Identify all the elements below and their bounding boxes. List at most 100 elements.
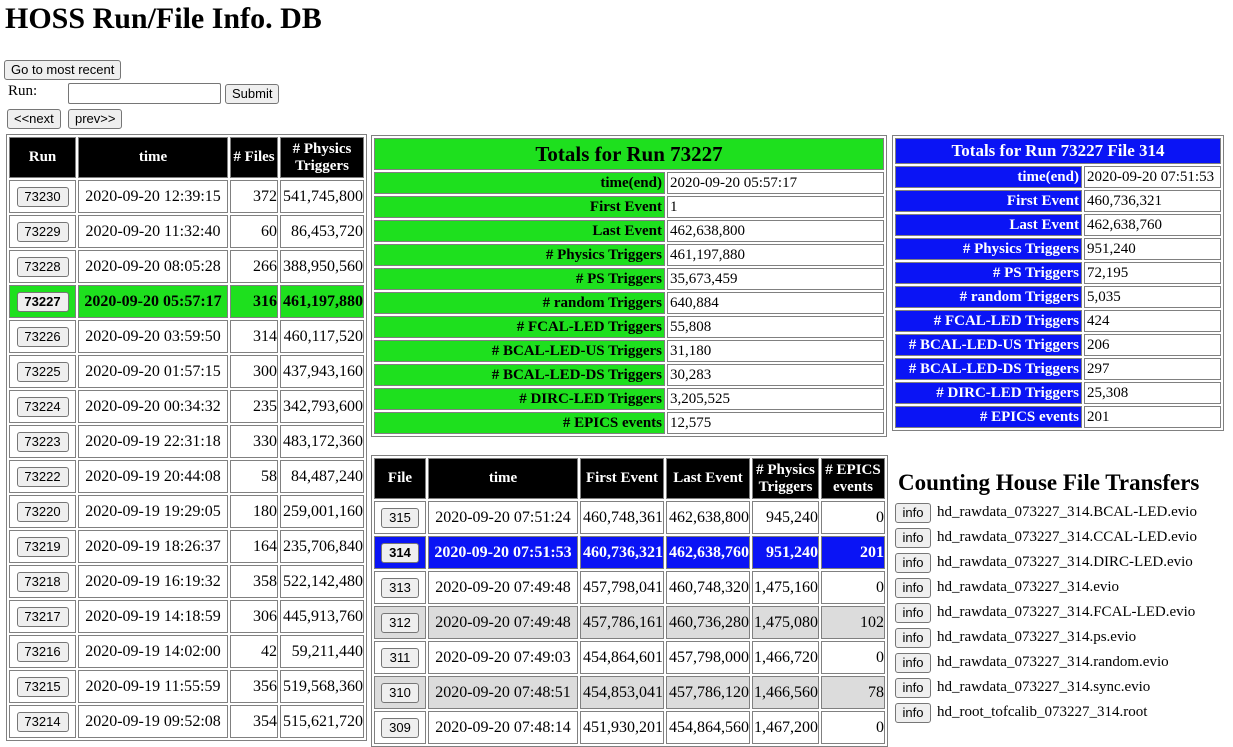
run-triggers-cell: 59,211,440 (280, 635, 364, 668)
next-button[interactable]: <<next (7, 109, 61, 129)
totals-label: # PS Triggers (374, 268, 665, 290)
run-button[interactable]: 73219 (16, 536, 69, 557)
table-row: 73222 2020-09-19 20:44:08 58 84,487,240 (9, 460, 364, 493)
file-button[interactable]: 310 (381, 682, 419, 703)
file-cell: 314 (374, 536, 426, 569)
run-button[interactable]: 73223 (16, 431, 69, 452)
run-cell: 73222 (9, 460, 76, 493)
run-cell: 73219 (9, 530, 76, 563)
run-button[interactable]: 73226 (16, 326, 69, 347)
run-time-cell: 2020-09-19 19:29:05 (78, 495, 228, 528)
totals-label: # Physics Triggers (374, 244, 665, 266)
list-item: info hd_rawdata_073227_314.DIRC-LED.evio (895, 550, 1197, 575)
run-cell: 73223 (9, 425, 76, 458)
totals-row: # BCAL-LED-US Triggers 31,180 (374, 340, 884, 362)
run-button[interactable]: 73218 (16, 571, 69, 592)
info-button[interactable]: info (895, 527, 931, 548)
table-row: 73223 2020-09-19 22:31:18 330 483,172,360 (9, 425, 364, 458)
run-button[interactable]: 73227 (16, 291, 69, 312)
file-button[interactable]: 312 (381, 612, 419, 633)
run-button[interactable]: 73217 (16, 606, 69, 627)
files-table: File time First Event Last Event # Physi… (371, 455, 888, 747)
run-button[interactable]: 73230 (16, 186, 69, 207)
info-button[interactable]: info (895, 602, 931, 623)
info-button[interactable]: info (895, 677, 931, 698)
run-totals-title: Totals for Run 73227 (374, 138, 884, 170)
info-button[interactable]: info (895, 552, 931, 573)
totals-label: # random Triggers (374, 292, 665, 314)
run-triggers-cell: 483,172,360 (280, 425, 364, 458)
file-button[interactable]: 315 (381, 507, 419, 528)
epics-cell: 0 (821, 641, 885, 674)
file-button[interactable]: 309 (381, 717, 419, 738)
totals-value: 31,180 (667, 340, 884, 362)
list-item: info hd_rawdata_073227_314.sync.evio (895, 675, 1197, 700)
totals-label: time(end) (374, 172, 665, 194)
run-button[interactable]: 73224 (16, 396, 69, 417)
totals-row: Last Event 462,638,800 (374, 220, 884, 242)
run-files-cell: 330 (230, 425, 278, 458)
info-button[interactable]: info (895, 577, 931, 598)
files-header-row: File time First Event Last Event # Physi… (374, 458, 885, 499)
file-button[interactable]: 314 (381, 542, 419, 563)
first-event-cell: 454,864,601 (580, 641, 664, 674)
table-row: 73227 2020-09-20 05:57:17 316 461,197,880 (9, 285, 364, 318)
list-item: info hd_rawdata_073227_314.BCAL-LED.evio (895, 500, 1197, 525)
run-triggers-cell: 437,943,160 (280, 355, 364, 388)
totals-value: 25,308 (1084, 382, 1221, 404)
col-header-last-event: Last Event (666, 458, 750, 499)
run-files-cell: 372 (230, 180, 278, 213)
runs-header-row: Run time # Files # Physics Triggers (9, 137, 364, 178)
page-title: HOSS Run/File Info. DB (5, 2, 322, 35)
run-files-cell: 58 (230, 460, 278, 493)
totals-row: # random Triggers 5,035 (895, 286, 1221, 308)
totals-row: # BCAL-LED-DS Triggers 297 (895, 358, 1221, 380)
run-cell: 73215 (9, 670, 76, 703)
runs-table: Run time # Files # Physics Triggers 7323… (6, 134, 367, 741)
last-event-cell: 457,798,000 (666, 641, 750, 674)
table-row: 73219 2020-09-19 18:26:37 164 235,706,840 (9, 530, 364, 563)
totals-value: 72,195 (1084, 262, 1221, 284)
go-to-most-recent-button[interactable]: Go to most recent (4, 60, 122, 80)
file-triggers-cell: 945,240 (752, 501, 819, 534)
info-button[interactable]: info (895, 652, 931, 673)
file-button[interactable]: 311 (381, 647, 419, 668)
totals-label: # DIRC-LED Triggers (895, 382, 1082, 404)
transfers-title: Counting House File Transfers (898, 470, 1200, 495)
run-button[interactable]: 73229 (16, 221, 69, 242)
run-button[interactable]: 73220 (16, 501, 69, 522)
file-cell: 313 (374, 571, 426, 604)
file-button[interactable]: 313 (381, 577, 419, 598)
first-event-cell: 457,798,041 (580, 571, 664, 604)
totals-label: First Event (374, 196, 665, 218)
run-button[interactable]: 73214 (16, 711, 69, 732)
epics-cell: 78 (821, 676, 885, 709)
run-input[interactable] (68, 83, 221, 104)
run-button[interactable]: 73222 (16, 466, 69, 487)
transfer-filename: hd_rawdata_073227_314.FCAL-LED.evio (937, 604, 1196, 620)
totals-label: Last Event (895, 214, 1082, 236)
info-button[interactable]: info (895, 502, 931, 523)
totals-label: # FCAL-LED Triggers (895, 310, 1082, 332)
run-button[interactable]: 73228 (16, 256, 69, 277)
totals-row: # EPICS events 201 (895, 406, 1221, 428)
prev-button[interactable]: prev>> (68, 109, 123, 129)
list-item: info hd_rawdata_073227_314.ps.evio (895, 625, 1197, 650)
col-header-files: # Files (230, 137, 278, 178)
run-time-cell: 2020-09-20 08:05:28 (78, 250, 228, 283)
last-event-cell: 454,864,560 (666, 711, 750, 744)
info-button[interactable]: info (895, 627, 931, 648)
totals-label: First Event (895, 190, 1082, 212)
run-button[interactable]: 73225 (16, 361, 69, 382)
run-button[interactable]: 73215 (16, 676, 69, 697)
file-cell: 315 (374, 501, 426, 534)
run-files-cell: 164 (230, 530, 278, 563)
run-time-cell: 2020-09-20 03:59:50 (78, 320, 228, 353)
totals-label: # FCAL-LED Triggers (374, 316, 665, 338)
info-button[interactable]: info (895, 702, 931, 723)
file-triggers-cell: 1,466,720 (752, 641, 819, 674)
run-files-cell: 300 (230, 355, 278, 388)
submit-button[interactable]: Submit (225, 84, 280, 104)
run-button[interactable]: 73216 (16, 641, 69, 662)
table-row: 310 2020-09-20 07:48:51 454,853,041 457,786… (374, 676, 885, 709)
